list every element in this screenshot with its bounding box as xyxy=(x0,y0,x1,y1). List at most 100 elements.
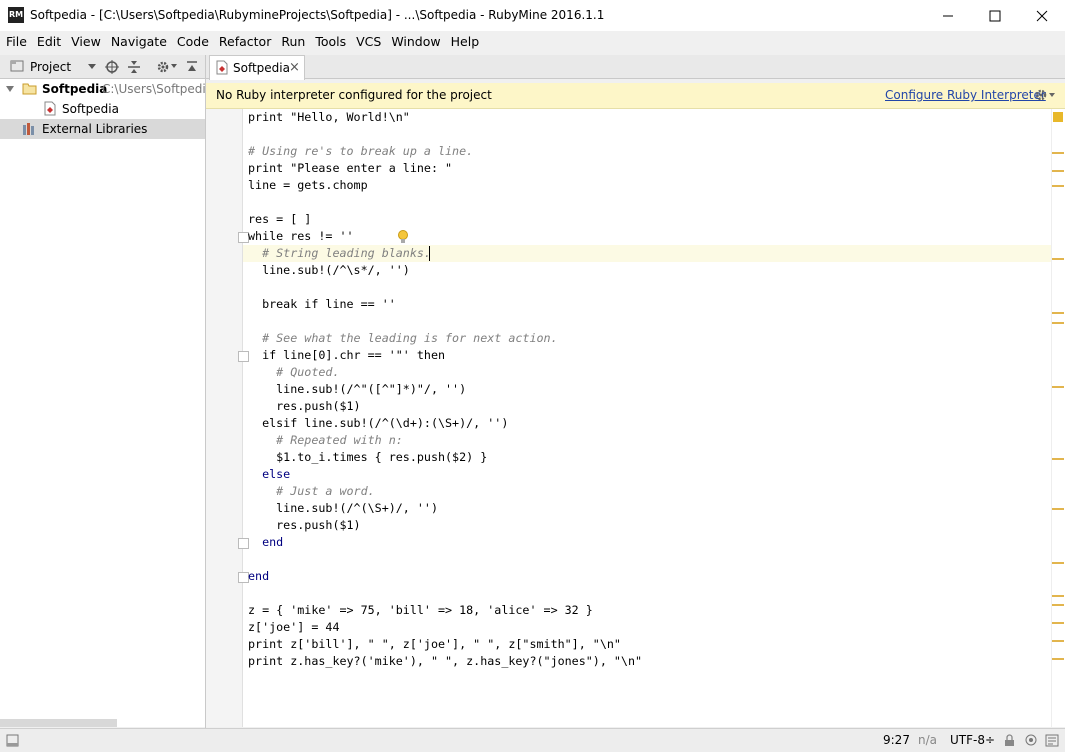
gear-icon[interactable] xyxy=(1034,88,1048,102)
tree-libraries-label: External Libraries xyxy=(42,122,148,136)
chevron-down-icon[interactable] xyxy=(171,64,177,68)
close-icon xyxy=(1036,10,1048,21)
code-line: else xyxy=(248,467,291,481)
code-line: res.push($1) xyxy=(248,399,361,413)
ruby-file-icon xyxy=(216,60,228,75)
event-log-icon[interactable] xyxy=(1045,734,1059,747)
code-line: res.push($1) xyxy=(248,518,361,532)
line-separator-status[interactable]: n/a xyxy=(918,733,937,747)
maximize-button[interactable] xyxy=(972,0,1018,31)
rubymine-logo-icon: RM xyxy=(8,7,24,23)
menu-run[interactable]: Run xyxy=(277,31,309,53)
warning-marker[interactable] xyxy=(1052,170,1064,172)
tree-item-external-libraries[interactable]: External Libraries xyxy=(0,119,205,139)
menu-vcs[interactable]: VCS xyxy=(352,31,385,53)
warning-marker[interactable] xyxy=(1052,258,1064,260)
title-bar: RM Softpedia - [C:\Users\Softpedia\Rubym… xyxy=(0,0,1065,31)
code-line: # Using re's to break up a line. xyxy=(248,144,474,158)
status-bar: 9:27 n/a UTF-8÷ xyxy=(0,728,1065,752)
code-line: res = [ ] xyxy=(248,212,312,226)
code-line: while res != '' xyxy=(248,229,354,243)
code-line: z = { 'mike' => 75, 'bill' => 18, 'alice… xyxy=(248,603,593,617)
warning-marker[interactable] xyxy=(1052,595,1064,597)
code-line: line = gets.chomp xyxy=(248,178,368,192)
inspector-icon[interactable] xyxy=(1024,734,1038,747)
tree-file-name: Softpedia xyxy=(62,102,119,116)
menu-view[interactable]: View xyxy=(67,31,105,53)
error-stripe[interactable] xyxy=(1051,109,1065,727)
editor-gutter[interactable] xyxy=(206,109,243,727)
tab-close-icon[interactable]: × xyxy=(289,60,300,75)
warning-marker[interactable] xyxy=(1052,458,1064,460)
minimize-icon xyxy=(943,15,953,16)
expand-arrow-icon[interactable] xyxy=(6,86,14,92)
menu-navigate[interactable]: Navigate xyxy=(107,31,171,53)
tree-root-path: C:\Users\Softpedia\ xyxy=(102,82,205,96)
menu-file[interactable]: File xyxy=(2,31,31,53)
warning-marker[interactable] xyxy=(1052,640,1064,642)
banner-message: No Ruby interpreter configured for the p… xyxy=(216,88,492,102)
warning-marker[interactable] xyxy=(1052,562,1064,564)
warning-marker[interactable] xyxy=(1052,622,1064,624)
code-line: $1.to_i.times { res.push($2) } xyxy=(248,450,488,464)
code-line: print "Hello, World!\n" xyxy=(248,110,410,124)
text-caret xyxy=(429,246,430,261)
project-view-selector[interactable]: Project xyxy=(30,60,71,74)
hide-panel-icon[interactable] xyxy=(186,61,198,73)
warning-marker[interactable] xyxy=(1052,312,1064,314)
folder-icon xyxy=(22,83,37,95)
project-panel-header: Project xyxy=(0,55,205,79)
menu-code[interactable]: Code xyxy=(173,31,213,53)
tree-item-softpedia-root[interactable]: Softpedia C:\Users\Softpedia\ xyxy=(0,79,205,99)
menu-help[interactable]: Help xyxy=(447,31,484,53)
caret-position[interactable]: 9:27 xyxy=(883,733,910,747)
ruby-file-icon xyxy=(44,101,56,116)
code-line: print z.has_key?('mike'), " ", z.has_key… xyxy=(248,654,643,668)
lightbulb-icon[interactable] xyxy=(397,229,409,245)
close-window-button[interactable] xyxy=(1019,0,1065,31)
scroll-from-source-icon[interactable] xyxy=(105,60,119,74)
code-line: elsif line.sub!(/^(\d+):(\S+)/, '') xyxy=(248,416,509,430)
inspection-status-icon[interactable] xyxy=(1053,112,1063,122)
warning-marker[interactable] xyxy=(1052,185,1064,187)
tree-root-name: Softpedia xyxy=(42,82,108,96)
configure-interpreter-link[interactable]: Configure Ruby Interpreter xyxy=(885,88,1046,102)
code-line: # Quoted. xyxy=(248,365,340,379)
window-title: Softpedia - [C:\Users\Softpedia\Rubymine… xyxy=(30,8,605,22)
menu-edit[interactable]: Edit xyxy=(33,31,65,53)
code-line: # String leading blanks. xyxy=(248,246,431,260)
menu-window[interactable]: Window xyxy=(387,31,444,53)
code-line: end xyxy=(248,535,284,549)
warning-marker[interactable] xyxy=(1052,508,1064,510)
horizontal-scrollbar[interactable] xyxy=(0,719,117,727)
tree-item-softpedia-file[interactable]: Softpedia xyxy=(0,99,205,119)
minimize-button[interactable] xyxy=(925,0,971,31)
tab-label: Softpedia xyxy=(233,61,290,75)
warning-marker[interactable] xyxy=(1052,152,1064,154)
code-line: line.sub!(/^"([^"]*)"/, '') xyxy=(248,382,467,396)
warning-marker[interactable] xyxy=(1052,658,1064,660)
tool-windows-icon[interactable] xyxy=(6,734,19,747)
code-line: line.sub!(/^(\S+)/, '') xyxy=(248,501,438,515)
tab-softpedia[interactable]: Softpedia × xyxy=(209,55,305,80)
warning-marker[interactable] xyxy=(1052,386,1064,388)
chevron-down-icon[interactable] xyxy=(1049,93,1055,97)
menu-tools[interactable]: Tools xyxy=(311,31,350,53)
warning-marker[interactable] xyxy=(1052,604,1064,606)
chevron-down-icon[interactable] xyxy=(88,64,96,69)
project-tree: Softpedia C:\Users\Softpedia\ Softpedia … xyxy=(0,79,205,727)
project-view-icon xyxy=(10,60,24,72)
code-line: print "Please enter a line: " xyxy=(248,161,453,175)
menu-refactor[interactable]: Refactor xyxy=(215,31,275,53)
lock-icon[interactable] xyxy=(1004,734,1015,747)
warning-marker[interactable] xyxy=(1052,322,1064,324)
code-line: end xyxy=(248,569,270,583)
editor-tab-bar xyxy=(206,55,1065,79)
file-encoding[interactable]: UTF-8÷ xyxy=(950,733,995,747)
collapse-all-icon[interactable] xyxy=(127,60,141,74)
gear-icon[interactable] xyxy=(156,60,170,74)
code-line: print z['bill'], " ", z['joe'], " ", z["… xyxy=(248,637,621,651)
menu-bar: File Edit View Navigate Code Refactor Ru… xyxy=(0,31,1065,53)
code-line: if line[0].chr == '"' then xyxy=(248,348,446,362)
interpreter-warning-banner: No Ruby interpreter configured for the p… xyxy=(206,83,1065,109)
